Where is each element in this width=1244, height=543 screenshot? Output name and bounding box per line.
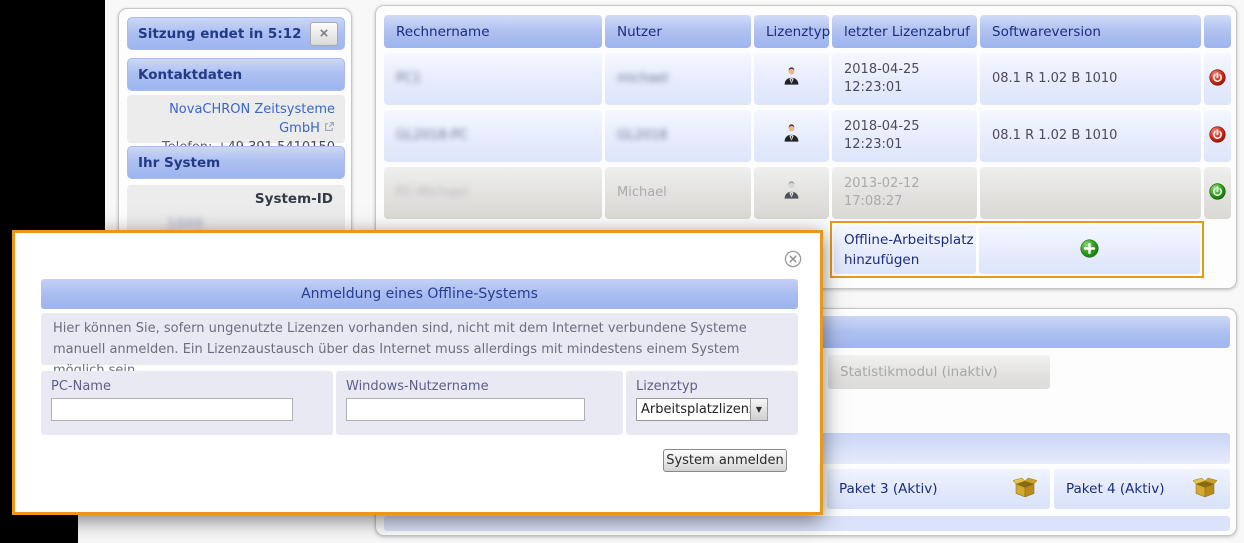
- table-row-cell-lizenztyp: [754, 110, 829, 162]
- table-row-cell-version: 08.1 R 1.02 B 1010: [980, 53, 1201, 105]
- session-timer-label: Sitzung endet in 5:12: [138, 25, 302, 42]
- table-row-cell-abruf: 2013-02-12 17:08:27: [832, 167, 977, 219]
- power-icon-green: [1209, 183, 1226, 203]
- table-row-cell-nutzer: GL2018: [605, 110, 751, 162]
- license-type-label: Lizenztyp: [636, 379, 698, 394]
- column-header-status: [1204, 15, 1231, 48]
- dialog-description: Hier können Sie, sofern ungenutzte Lizen…: [41, 313, 798, 378]
- user-icon-gray: [783, 181, 800, 205]
- module-paket4-label: Paket 4 (Aktiv): [1066, 481, 1165, 497]
- windows-user-input[interactable]: [346, 398, 585, 421]
- windows-user-label: Windows-Nutzername: [346, 379, 489, 394]
- column-header-rechnername: Rechnername: [384, 15, 602, 48]
- license-table: Rechnername Nutzer Lizenztyp letzter Liz…: [384, 15, 1231, 219]
- contact-section-header: Kontaktdaten: [127, 58, 345, 91]
- module-statistik: Statistikmodul (inaktiv): [828, 355, 1050, 389]
- offline-system-dialog: Anmeldung eines Offline-Systems Hier kön…: [12, 230, 823, 515]
- license-logoff-button[interactable]: [1209, 126, 1226, 146]
- table-row-cell-rechnername: PC1: [384, 53, 602, 105]
- package-icon: [1012, 476, 1038, 502]
- table-row-cell-lizenztyp: [754, 53, 829, 105]
- package-icon: [1192, 476, 1218, 502]
- register-system-button[interactable]: System anmelden: [663, 449, 787, 472]
- modules-bottom-band: [384, 516, 1230, 531]
- contact-info-box: NovaCHRON Zeitsysteme GmbH Telefon: +49 …: [127, 95, 345, 155]
- chevron-down-icon: ▼: [750, 399, 767, 420]
- session-close-button[interactable]: ×: [310, 21, 338, 46]
- table-row-cell-lizenztyp: [754, 167, 829, 219]
- module-paket3[interactable]: Paket 3 (Aktiv): [827, 469, 1050, 509]
- table-row-cell-status: [1204, 110, 1231, 162]
- column-header-version: Softwareversion: [980, 15, 1201, 48]
- column-header-nutzer: Nutzer: [605, 15, 751, 48]
- close-icon: [784, 250, 802, 271]
- offline-row-highlight: Offline-Arbeitsplatz hinzufügen: [830, 221, 1204, 278]
- user-icon: [783, 67, 800, 91]
- add-offline-workstation-button[interactable]: [979, 225, 1200, 274]
- column-header-abruf: letzter Lizenzabruf: [832, 15, 977, 48]
- power-icon-red: [1209, 69, 1226, 89]
- table-row-cell-abruf: 2018-04-25 12:23:01: [832, 110, 977, 162]
- table-row-cell-nutzer: michael: [605, 53, 751, 105]
- license-type-select[interactable]: Arbeitsplatzlizenz ▼: [636, 398, 768, 421]
- license-type-field-group: Lizenztyp Arbeitsplatzlizenz ▼: [626, 371, 798, 435]
- offline-row-label: Offline-Arbeitsplatz hinzufügen: [834, 225, 976, 274]
- table-row-cell-status: [1204, 167, 1231, 219]
- license-type-selected-value: Arbeitsplatzlizenz: [641, 402, 750, 417]
- power-icon-red: [1209, 126, 1226, 146]
- table-row-cell-version: [980, 167, 1201, 219]
- module-paket3-label: Paket 3 (Aktiv): [839, 481, 938, 497]
- table-row-cell-abruf: 2018-04-25 12:23:01: [832, 53, 977, 105]
- table-row-cell-version: 08.1 R 1.02 B 1010: [980, 110, 1201, 162]
- windows-user-field-group: Windows-Nutzername: [336, 371, 623, 435]
- table-row-cell-nutzer: Michael: [605, 167, 751, 219]
- license-activate-button[interactable]: [1209, 183, 1226, 203]
- user-icon: [783, 124, 800, 148]
- license-logoff-button[interactable]: [1209, 69, 1226, 89]
- system-id-label: System-ID: [254, 191, 333, 207]
- column-header-lizenztyp: Lizenztyp: [754, 15, 830, 48]
- pc-name-input[interactable]: [51, 398, 293, 421]
- table-row-cell-rechnername: PC-Michael: [384, 167, 602, 219]
- pc-name-label: PC-Name: [51, 379, 111, 394]
- pc-name-field-group: PC-Name: [41, 371, 333, 435]
- add-icon: [1080, 238, 1099, 261]
- external-link-icon: [324, 121, 335, 136]
- system-section-header: Ihr System: [127, 146, 345, 179]
- dialog-title: Anmeldung eines Offline-Systems: [41, 279, 798, 309]
- module-paket4[interactable]: Paket 4 (Aktiv): [1054, 469, 1230, 509]
- company-link[interactable]: NovaCHRON Zeitsysteme GmbH: [169, 102, 335, 136]
- screen: Sitzung endet in 5:12 × Kontaktdaten Nov…: [0, 0, 1244, 543]
- session-timer-bar: Sitzung endet in 5:12 ×: [127, 17, 345, 50]
- table-row-cell-status: [1204, 53, 1231, 105]
- table-row-cell-rechnername: GL2018-PC: [384, 110, 602, 162]
- app-background-patch: [78, 515, 105, 543]
- dialog-close-button[interactable]: [784, 250, 802, 271]
